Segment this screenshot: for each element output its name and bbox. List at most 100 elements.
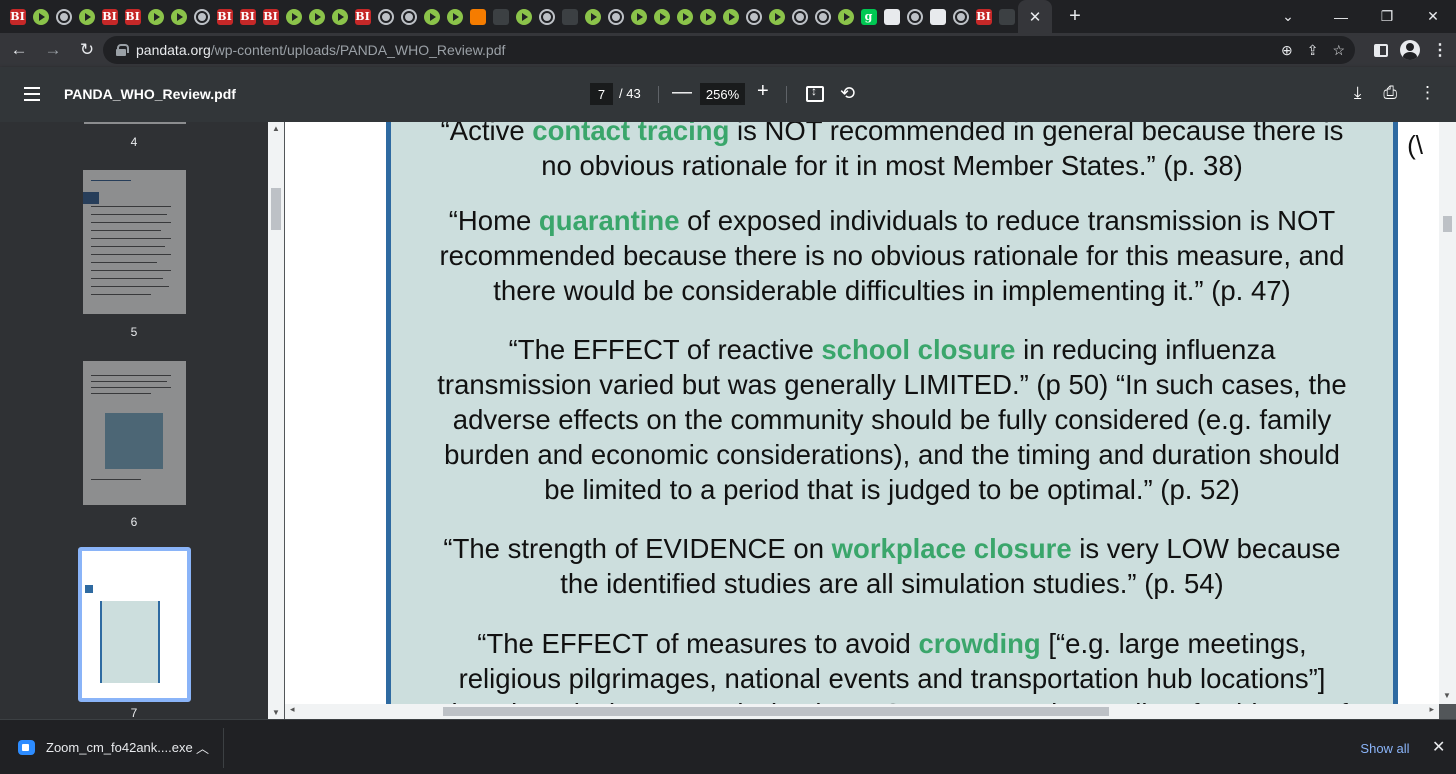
tab-1[interactable]: BI — [6, 0, 29, 33]
restore-icon[interactable]: ❐ — [1364, 0, 1410, 33]
tab-5[interactable]: BI — [98, 0, 121, 33]
tab-9[interactable] — [190, 0, 213, 33]
tab-42[interactable] — [949, 0, 972, 33]
thumbnail-label: 4 — [130, 135, 138, 149]
quote-text: be limited to a period that is judged to… — [544, 474, 1240, 505]
thumbnail-label: 5 — [130, 325, 138, 339]
tab-36[interactable] — [811, 0, 834, 33]
active-tab[interactable]: ✕ — [1018, 0, 1052, 33]
tab-32[interactable] — [719, 0, 742, 33]
tab-10[interactable]: BI — [213, 0, 236, 33]
grid-favicon-icon — [929, 8, 946, 25]
show-all-button[interactable]: Show all — [1351, 733, 1419, 763]
horizontal-scrollbar[interactable]: ◂ ▸ — [285, 704, 1439, 719]
profile-avatar-icon[interactable] — [1400, 40, 1420, 60]
share-icon[interactable]: ⇪ — [1307, 42, 1319, 59]
tab-12[interactable]: BI — [259, 0, 282, 33]
tab-20[interactable] — [443, 0, 466, 33]
close-download-bar-icon[interactable]: ✕ — [1432, 737, 1445, 757]
page-thumbnail-4[interactable] — [84, 122, 186, 124]
browser-menu-icon[interactable]: ⋮ — [1432, 40, 1448, 60]
minimize-icon[interactable]: — — [1318, 0, 1364, 33]
back-icon[interactable]: ← — [4, 35, 34, 65]
tab-22[interactable] — [489, 0, 512, 33]
close-window-icon[interactable]: ✕ — [1410, 0, 1456, 33]
tab-31[interactable] — [696, 0, 719, 33]
tab-21[interactable] — [466, 0, 489, 33]
quote-text: “The EFFECT of reactive — [508, 334, 822, 365]
vertical-scrollbar[interactable]: ▼ — [1439, 122, 1456, 704]
tab-29[interactable] — [650, 0, 673, 33]
quote-paragraph: “The strength of EVIDENCE on workplace c… — [391, 531, 1393, 601]
forward-icon[interactable]: → — [38, 35, 68, 65]
tab-8[interactable] — [167, 0, 190, 33]
url-text[interactable]: pandata.org/wp-content/uploads/PANDA_WHO… — [136, 42, 505, 58]
chevron-up-icon[interactable]: ︿ — [196, 738, 209, 757]
tab-17[interactable] — [374, 0, 397, 33]
tab-44[interactable] — [995, 0, 1018, 33]
tab-27[interactable] — [604, 0, 627, 33]
tab-24[interactable] — [535, 0, 558, 33]
menu-icon[interactable] — [24, 87, 40, 101]
page-thumbnail-6[interactable] — [83, 361, 186, 505]
tab-7[interactable] — [144, 0, 167, 33]
close-tab-icon[interactable]: ✕ — [1029, 8, 1042, 26]
tab-30[interactable] — [673, 0, 696, 33]
zoom-level-input[interactable]: 256% — [700, 83, 745, 105]
zoom-icon[interactable]: ⊕ — [1281, 42, 1293, 59]
lock-icon[interactable] — [115, 44, 129, 56]
page-thumbnail-5[interactable] — [83, 170, 186, 314]
tab-16[interactable]: BI — [351, 0, 374, 33]
tab-35[interactable] — [788, 0, 811, 33]
pdf-toolbar: PANDA_WHO_Review.pdf 7 / 43 — 256% + ⟲ ⤓… — [0, 67, 1456, 122]
print-icon[interactable]: ⎙ — [1383, 83, 1397, 103]
play-favicon-icon — [423, 8, 440, 25]
tab-11[interactable]: BI — [236, 0, 259, 33]
omnibox[interactable]: pandata.org/wp-content/uploads/PANDA_WHO… — [103, 36, 1355, 64]
tab-18[interactable] — [397, 0, 420, 33]
tab-33[interactable] — [742, 0, 765, 33]
play-favicon-icon — [331, 8, 348, 25]
more-actions-icon[interactable]: ⋮ — [1419, 83, 1436, 103]
quote-box: “Active contact tracing is NOT recommend… — [386, 122, 1398, 704]
tab-37[interactable] — [834, 0, 857, 33]
side-panel-icon[interactable] — [1374, 43, 1388, 57]
bookmark-star-icon[interactable]: ☆ — [1332, 42, 1345, 59]
rotate-icon[interactable]: ⟲ — [840, 83, 855, 104]
quote-text: of exposed individuals to reduce transmi… — [679, 205, 1336, 236]
tab-43[interactable]: BI — [972, 0, 995, 33]
tab-39[interactable] — [880, 0, 903, 33]
page-number-input[interactable]: 7 — [590, 83, 613, 105]
highlighted-keyword: workplace closure — [831, 533, 1072, 564]
tab-38[interactable]: g — [857, 0, 880, 33]
tab-19[interactable] — [420, 0, 443, 33]
tab-23[interactable] — [512, 0, 535, 33]
zoom-in-icon[interactable]: + — [757, 80, 769, 103]
page-thumbnail-7-selected[interactable] — [78, 547, 191, 702]
tab-40[interactable] — [903, 0, 926, 33]
tab-14[interactable] — [305, 0, 328, 33]
tab-13[interactable] — [282, 0, 305, 33]
tab-search-icon[interactable]: ⌄ — [1258, 0, 1318, 33]
tab-6[interactable]: BI — [121, 0, 144, 33]
new-tab-button[interactable]: + — [1060, 0, 1090, 33]
tab-34[interactable] — [765, 0, 788, 33]
tab-3[interactable] — [52, 0, 75, 33]
bi-favicon-icon: BI — [239, 8, 256, 25]
tab-26[interactable] — [581, 0, 604, 33]
reload-icon[interactable]: ↻ — [72, 35, 102, 65]
download-icon[interactable]: ⤓ — [1354, 83, 1362, 103]
fit-to-page-icon[interactable] — [806, 84, 824, 102]
globe-favicon-icon — [745, 8, 762, 25]
zoom-out-icon[interactable]: — — [672, 81, 692, 104]
tab-28[interactable] — [627, 0, 650, 33]
tab-15[interactable] — [328, 0, 351, 33]
tab-2[interactable] — [29, 0, 52, 33]
download-filename[interactable]: Zoom_cm_fo42ank....exe — [46, 740, 193, 755]
play-favicon-icon — [308, 8, 325, 25]
sidebar-scrollbar[interactable]: ▲ ▼ — [268, 122, 284, 719]
document-title: PANDA_WHO_Review.pdf — [64, 86, 236, 102]
tab-41[interactable] — [926, 0, 949, 33]
tab-4[interactable] — [75, 0, 98, 33]
tab-25[interactable] — [558, 0, 581, 33]
